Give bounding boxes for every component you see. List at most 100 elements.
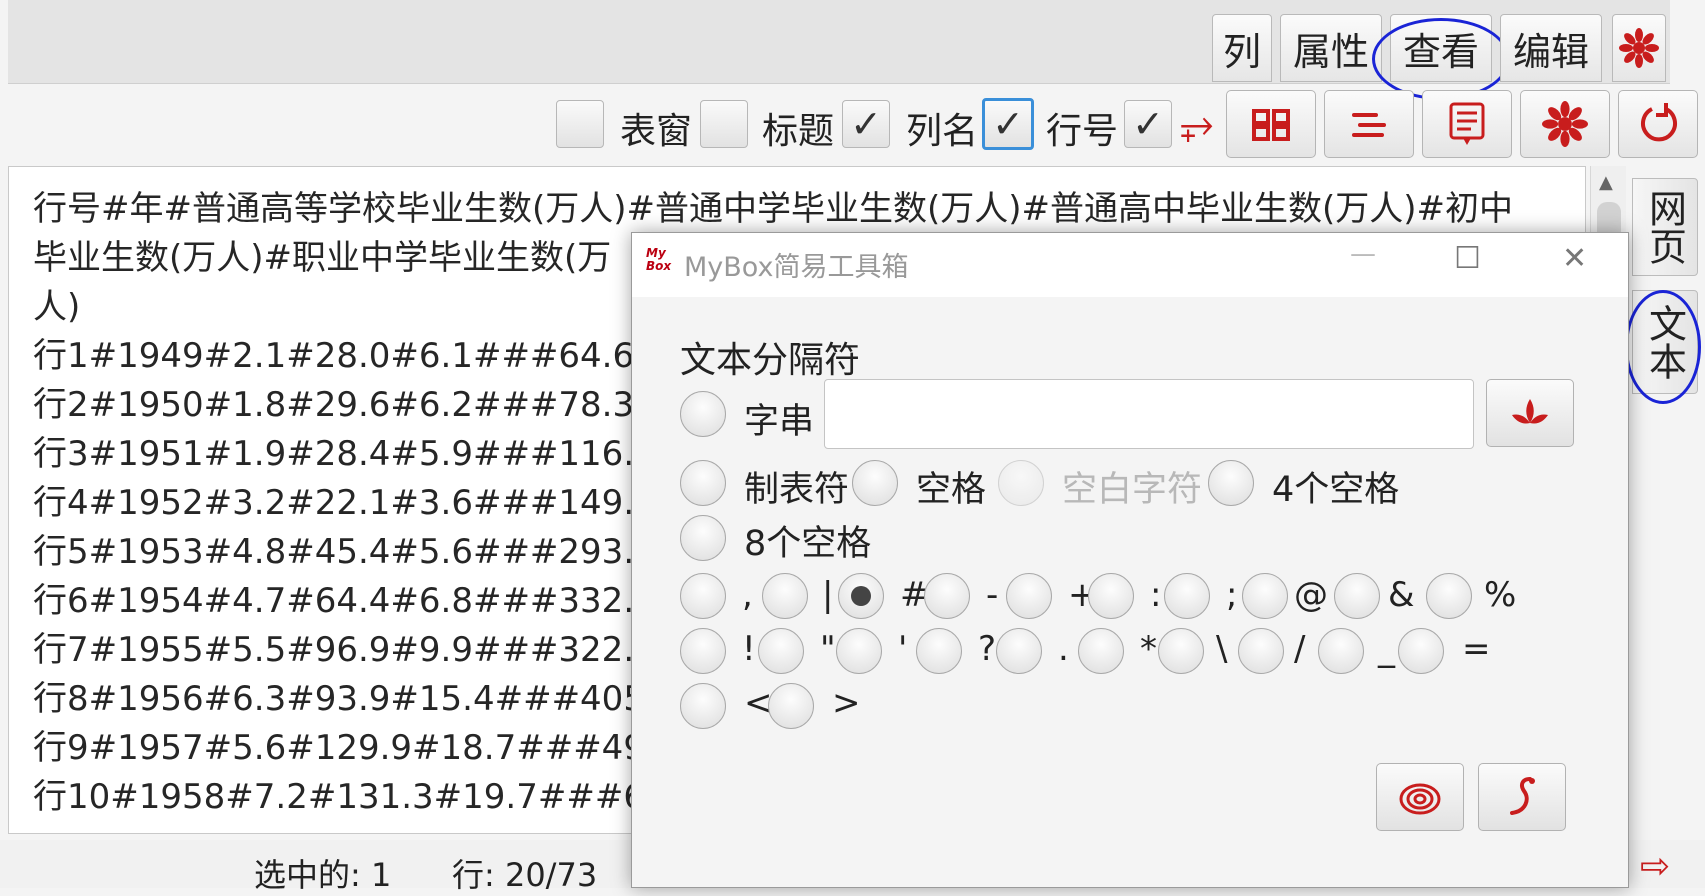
refresh-button[interactable] [1618, 90, 1698, 158]
string-input[interactable] [824, 379, 1474, 449]
text-line: 行4#1952#3.2#22.1#3.6###149.0# [33, 483, 685, 523]
stream-icon [1352, 113, 1386, 137]
radio-less-than[interactable] [680, 683, 726, 729]
radio-question[interactable] [916, 628, 962, 674]
radio-underscore[interactable] [1318, 628, 1364, 674]
option-tab-label: 制表符 [744, 470, 850, 510]
check-icon: ✓ [1132, 102, 1164, 146]
symbol-equals: = [1462, 629, 1491, 669]
minimize-icon[interactable]: — [1350, 239, 1376, 269]
flower-icon [1542, 101, 1588, 147]
radio-string[interactable] [680, 391, 726, 437]
row-number-label: 行号 [1046, 111, 1119, 152]
tab-edit[interactable]: 编辑 [1500, 14, 1602, 82]
radio-plus[interactable] [1006, 573, 1052, 619]
text-line: 行1#1949#2.1#28.0#6.1###64.6# [33, 336, 663, 376]
symbol-exclamation: ! [742, 629, 756, 669]
radio-ampersand[interactable] [1334, 573, 1380, 619]
text-line: 毕业生数(万人)#职业中学毕业生数(万 [33, 238, 612, 278]
radio-8-spaces[interactable] [680, 515, 726, 561]
radio-comma[interactable] [680, 573, 726, 619]
flower-icon[interactable] [1612, 14, 1666, 82]
radio-exclamation[interactable] [680, 628, 726, 674]
swirl-icon [1399, 783, 1441, 815]
radio-percent[interactable] [1426, 573, 1472, 619]
symbol-colon: : [1150, 575, 1162, 615]
dialog-titlebar: My Box MyBox简易工具箱 — ☐ ✕ [632, 233, 1628, 297]
pattern-button[interactable] [1226, 90, 1316, 158]
check-icon: ✓ [850, 102, 882, 146]
symbol-question: ? [978, 629, 997, 669]
radio-4-spaces[interactable] [1208, 460, 1254, 506]
radio-greater-than[interactable] [768, 683, 814, 729]
radio-single-quote[interactable] [836, 628, 882, 674]
radio-tab[interactable] [680, 460, 726, 506]
symbol-comma: , [742, 575, 753, 615]
row-number-checkbox-focused[interactable]: ✓ [982, 98, 1034, 150]
radio-equals[interactable] [1398, 628, 1444, 674]
leaf-button[interactable] [1486, 379, 1574, 447]
radio-colon[interactable] [1088, 573, 1134, 619]
symbol-percent: % [1484, 575, 1517, 615]
separator-dialog: My Box MyBox简易工具箱 — ☐ ✕ 文本分隔符 字串 制表符 空格 … [631, 232, 1629, 888]
radio-dash[interactable] [924, 573, 970, 619]
leaf-icon [1512, 399, 1548, 424]
return-button[interactable] [1478, 763, 1566, 831]
notes-button[interactable] [1422, 90, 1512, 158]
separator-heading: 文本分隔符 [680, 340, 861, 381]
side-tab-web[interactable]: 网页 [1632, 178, 1698, 276]
radio-semicolon[interactable] [1164, 573, 1210, 619]
maximize-icon[interactable]: ☐ [1454, 241, 1481, 276]
text-line: 行6#1954#4.7#64.4#6.8###332.5#( [33, 581, 698, 621]
string-label: 字串 [744, 402, 815, 442]
flower-button[interactable] [1520, 90, 1610, 158]
radio-double-quote[interactable] [758, 628, 804, 674]
symbol-ampersand: & [1388, 575, 1415, 615]
swirl-button[interactable] [1376, 763, 1464, 831]
text-line: 行2#1950#1.8#29.6#6.2###78.3# [33, 385, 663, 425]
radio-at[interactable] [1242, 573, 1288, 619]
symbol-semicolon: ; [1226, 575, 1238, 615]
radio-space[interactable] [852, 460, 898, 506]
title-checkbox[interactable] [700, 100, 748, 148]
column-names-label: 列名 [906, 111, 979, 152]
notes-icon [1449, 102, 1485, 145]
wrap-icon[interactable]: ⥅ [1180, 98, 1214, 148]
option-8-spaces-label: 8个空格 [744, 524, 872, 564]
text-line: 行7#1955#5.5#96.9#9.9###322.9#( [33, 630, 698, 670]
stream-button[interactable] [1324, 90, 1414, 158]
column-names-checkbox[interactable]: ✓ [842, 100, 890, 148]
scroll-up-icon[interactable]: ▲ [1599, 172, 1613, 193]
radio-pipe[interactable] [762, 573, 808, 619]
text-line: 行10#1958#7.2#131.3#19.7###606 [33, 777, 689, 817]
form-window-checkbox[interactable] [556, 100, 604, 148]
radio-asterisk[interactable] [1078, 628, 1124, 674]
text-line: 行号#年#普通高等学校毕业生数(万人)#普通中学毕业生数(万人)#普通高中毕业生… [33, 189, 1514, 229]
symbol-single-quote: ' [898, 629, 908, 669]
close-icon[interactable]: ✕ [1562, 241, 1587, 276]
text-line: 行5#1953#4.8#45.4#5.6###293.5# [33, 532, 685, 572]
symbol-backslash: \ [1216, 629, 1228, 669]
text-line: 行8#1956#6.3#93.9#15.4###405.1# [33, 679, 706, 719]
tab-properties[interactable]: 属性 [1280, 14, 1382, 82]
text-line: 行9#1957#5.6#129.9#18.7###498.( [33, 728, 691, 768]
return-icon [1510, 777, 1535, 815]
radio-dot[interactable] [996, 628, 1042, 674]
radio-backslash[interactable] [1158, 628, 1204, 674]
symbol-pipe: | [822, 575, 834, 615]
next-arrow-icon[interactable]: ⇨ [1640, 846, 1670, 887]
form-window-label: 表窗 [620, 111, 693, 152]
dialog-title: MyBox简易工具箱 [684, 252, 909, 283]
symbol-at: @ [1294, 575, 1328, 615]
symbol-dash: - [986, 575, 999, 615]
status-selected: 选中的: 1 [254, 856, 392, 894]
pattern-icon [1252, 109, 1290, 141]
symbol-asterisk: * [1140, 629, 1157, 669]
check-icon: ✓ [992, 102, 1024, 146]
radio-slash[interactable] [1238, 628, 1284, 674]
symbol-double-quote: " [820, 629, 836, 669]
tab-columns[interactable]: 列 [1212, 14, 1272, 82]
row-number-checkbox[interactable]: ✓ [1124, 100, 1172, 148]
radio-whitespace [998, 460, 1044, 506]
radio-hash-selected[interactable] [838, 573, 884, 619]
